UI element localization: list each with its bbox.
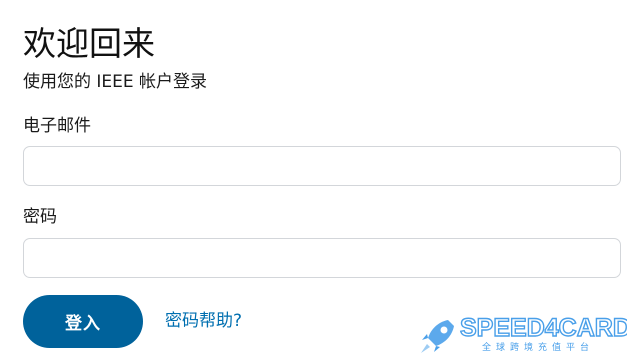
watermark-brand: SPEED4CARD bbox=[459, 314, 627, 342]
page-title: 欢迎回来 bbox=[23, 24, 155, 63]
watermark-logo: SPEED4CARD 全球跨境充值平台 bbox=[418, 314, 627, 356]
password-help-link[interactable]: 密码帮助? bbox=[165, 309, 242, 333]
password-field[interactable] bbox=[23, 238, 621, 278]
watermark-tagline: 全球跨境充值平台 bbox=[482, 343, 595, 353]
password-label: 密码 bbox=[23, 207, 57, 227]
email-label: 电子邮件 bbox=[23, 116, 91, 136]
page-subtitle: 使用您的 IEEE 帐户登录 bbox=[23, 72, 208, 92]
email-field[interactable] bbox=[23, 146, 621, 186]
login-button[interactable]: 登入 bbox=[23, 295, 143, 348]
rocket-icon bbox=[421, 320, 454, 353]
